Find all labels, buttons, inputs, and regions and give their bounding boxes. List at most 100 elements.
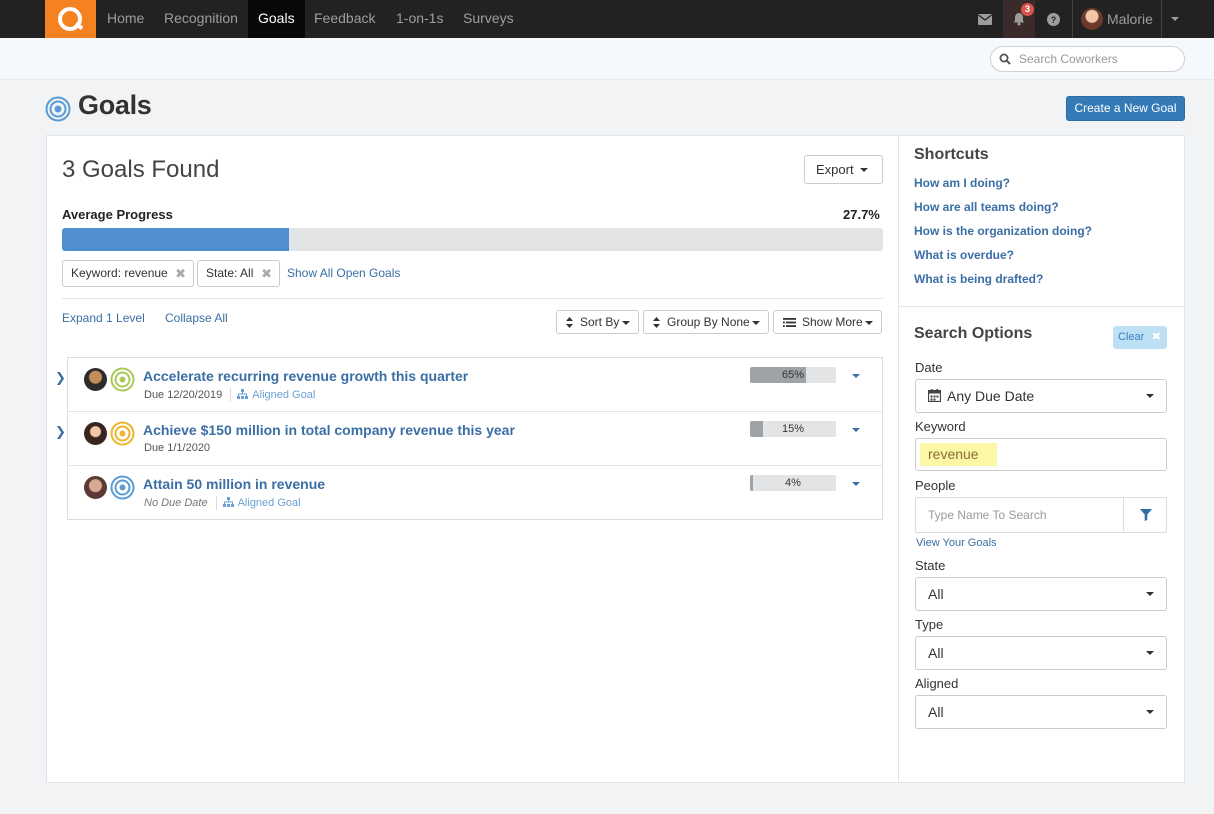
keyword-label: Keyword xyxy=(915,419,966,434)
chevron-down-icon xyxy=(1146,710,1154,714)
goal-progress-label: 65% xyxy=(781,369,805,381)
group-by-button[interactable]: Group By None xyxy=(643,310,769,334)
sort-by-button[interactable]: Sort By xyxy=(556,310,639,334)
chevron-down-icon xyxy=(1146,592,1154,596)
sort-by-label: Sort By xyxy=(580,315,620,329)
divider xyxy=(62,298,883,299)
goal-title[interactable]: Accelerate recurring revenue growth this… xyxy=(143,368,468,384)
chevron-down-icon[interactable] xyxy=(852,428,860,432)
chevron-down-icon[interactable] xyxy=(852,482,860,486)
state-select[interactable]: All xyxy=(915,577,1167,611)
people-label: People xyxy=(915,478,956,493)
people-search-input[interactable] xyxy=(928,506,1118,524)
search-coworkers-input[interactable] xyxy=(1019,50,1179,68)
nav-surveys[interactable]: Surveys xyxy=(453,0,524,38)
view-your-goals-link[interactable]: View Your Goals xyxy=(916,537,997,549)
list-item[interactable]: ❯ Achieve $150 million in total company … xyxy=(55,412,882,466)
goals-list: ❯ Accelerate recurring revenue growth th… xyxy=(55,357,883,520)
user-menu[interactable]: Malorie xyxy=(1072,0,1162,38)
type-select-value: All xyxy=(928,645,944,661)
clear-label: Clear xyxy=(1118,331,1145,343)
user-menu-toggle[interactable] xyxy=(1162,0,1188,38)
shortcut-overdue[interactable]: What is overdue? xyxy=(914,248,1014,262)
mail-icon[interactable] xyxy=(969,0,1001,38)
show-more-button[interactable]: Show More xyxy=(773,310,882,334)
aligned-goal-label: Aligned Goal xyxy=(237,496,301,509)
create-goal-button[interactable]: Create a New Goal xyxy=(1066,96,1185,121)
goal-title[interactable]: Achieve $150 million in total company re… xyxy=(143,422,515,438)
nav-home[interactable]: Home xyxy=(97,0,154,38)
goal-due: No Due Date xyxy=(144,496,208,509)
goal-progress-label: 15% xyxy=(781,423,805,435)
avatar[interactable] xyxy=(84,476,107,499)
app-logo[interactable] xyxy=(45,0,96,38)
close-icon[interactable]: ✖ xyxy=(175,261,186,286)
goal-meta: Due 1/1/2020 xyxy=(144,442,210,454)
people-search xyxy=(915,497,1167,533)
goal-progress-bar: 4% xyxy=(750,475,836,491)
hierarchy-icon xyxy=(237,388,249,399)
goal-progress-label: 4% xyxy=(785,477,801,489)
goal-target-icon xyxy=(110,475,135,500)
shortcut-drafted[interactable]: What is being drafted? xyxy=(914,272,1043,286)
chevron-right-icon[interactable]: ❯ xyxy=(55,370,66,386)
close-icon: ✖ xyxy=(1151,331,1161,343)
filter-icon xyxy=(1139,509,1152,521)
filter-chip-label: Keyword: revenue xyxy=(71,266,168,280)
goal-title[interactable]: Attain 50 million in revenue xyxy=(143,476,325,492)
nav-goals[interactable]: Goals xyxy=(248,0,305,38)
goal-target-icon xyxy=(110,367,135,392)
average-progress-fill xyxy=(62,228,290,251)
close-icon[interactable]: ✖ xyxy=(261,261,272,286)
chevron-right-icon[interactable]: ❯ xyxy=(55,424,66,440)
goal-due: Due 1/1/2020 xyxy=(144,442,211,454)
aligned-select[interactable]: All xyxy=(915,695,1167,729)
shortcuts-title: Shortcuts xyxy=(914,146,989,163)
show-all-open-goals-link[interactable]: Show All Open Goals xyxy=(287,266,400,280)
collapse-all-link[interactable]: Collapse All xyxy=(165,311,228,325)
nav-feedback[interactable]: Feedback xyxy=(304,0,385,38)
goal-meta: Due 12/20/2019 Aligned Goal xyxy=(144,388,315,402)
nav-1-on-1s[interactable]: 1-on-1s xyxy=(386,0,453,38)
aligned-goal-link[interactable]: Aligned Goal xyxy=(237,388,316,401)
date-select[interactable]: Any Due Date xyxy=(915,379,1167,413)
filter-chip-state[interactable]: State: All ✖ xyxy=(197,260,280,287)
group-by-label: Group By None xyxy=(667,315,750,329)
expand-one-level-link[interactable]: Expand 1 Level xyxy=(62,311,145,325)
state-label: State xyxy=(915,558,946,573)
list-item[interactable]: Attain 50 million in revenue No Due Date… xyxy=(68,466,882,520)
date-label: Date xyxy=(915,360,943,375)
nav-recognition[interactable]: Recognition xyxy=(154,0,248,38)
export-button[interactable]: Export xyxy=(804,155,883,184)
results-heading: 3 Goals Found xyxy=(62,156,220,183)
shortcut-organization[interactable]: How is the organization doing? xyxy=(914,224,1092,238)
list-item[interactable]: ❯ Accelerate recurring revenue growth th… xyxy=(55,358,882,412)
shortcut-teams[interactable]: How are all teams doing? xyxy=(914,200,1059,214)
aligned-goal-label: Aligned Goal xyxy=(252,388,316,401)
chevron-down-icon[interactable] xyxy=(852,374,860,378)
help-icon[interactable]: ? xyxy=(1037,0,1069,38)
shortcut-how-am-i-doing[interactable]: How am I doing? xyxy=(914,176,1010,190)
average-progress-bar xyxy=(62,228,883,251)
goal-meta: No Due Date Aligned Goal xyxy=(144,496,301,510)
user-name: Malorie xyxy=(1107,11,1153,27)
filter-button[interactable] xyxy=(1123,498,1167,532)
svg-text:?: ? xyxy=(1050,15,1056,25)
filter-chip-keyword[interactable]: Keyword: revenue ✖ xyxy=(62,260,194,287)
avatar[interactable] xyxy=(84,422,107,445)
clear-button[interactable]: Clear ✖ xyxy=(1113,326,1167,349)
avatar[interactable] xyxy=(84,368,107,391)
notification-badge: 3 xyxy=(1021,3,1034,16)
chevron-down-icon xyxy=(1146,394,1154,398)
type-select[interactable]: All xyxy=(915,636,1167,670)
avatar xyxy=(1081,8,1103,30)
notifications-button[interactable]: 3 xyxy=(1003,0,1035,38)
list-icon xyxy=(783,318,796,327)
chevron-down-icon xyxy=(1146,651,1154,655)
aligned-label: Aligned xyxy=(915,676,959,691)
search-coworkers[interactable] xyxy=(990,46,1185,72)
aligned-goal-link[interactable]: Aligned Goal xyxy=(222,496,301,509)
divider xyxy=(899,306,1184,307)
hierarchy-icon xyxy=(222,496,234,507)
keyword-field[interactable]: revenue xyxy=(915,438,1167,471)
